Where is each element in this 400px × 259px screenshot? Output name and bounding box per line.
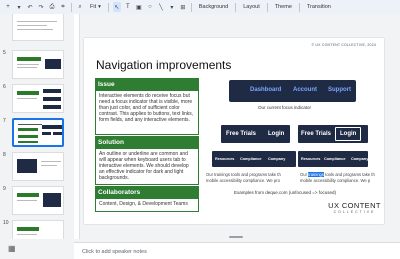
shape-icon[interactable]: ○: [146, 2, 154, 12]
solution-heading[interactable]: Solution: [95, 136, 199, 149]
divider: [107, 2, 109, 12]
thumbnail-image: [12, 220, 64, 239]
copyright-text: © UX CONTENT COLLECTIVE, 2024: [311, 43, 376, 47]
nav-caption: Our current focus indicator: [258, 105, 312, 110]
vertical-ruler: [74, 14, 80, 239]
slide-canvas[interactable]: © UX CONTENT COLLECTIVE, 2024 Navigation…: [84, 38, 384, 224]
thumbnail-image: [12, 50, 64, 79]
text-box-icon[interactable]: T: [124, 2, 132, 12]
chevron-down-icon: ▾: [98, 4, 101, 10]
line-icon[interactable]: ╲: [157, 2, 165, 12]
slide-thumbnail-selected[interactable]: 7: [0, 118, 72, 148]
theme-button[interactable]: Theme: [272, 4, 295, 10]
layout-button[interactable]: Layout: [240, 4, 263, 10]
free-trials-label: Free Trials: [226, 131, 257, 137]
menu-unfocused-image: Resources Compliance Company: [212, 151, 296, 167]
divider: [190, 2, 192, 12]
divider: [266, 2, 268, 12]
print-icon[interactable]: ⎙: [48, 2, 56, 12]
line-dropdown-icon[interactable]: ▾: [168, 2, 176, 12]
nav-example-image: Dashboard Account Support: [229, 80, 356, 102]
brand-logo-text: UX CONTENT: [328, 201, 381, 210]
transition-button[interactable]: Transition: [304, 4, 334, 10]
image-icon[interactable]: ▣: [135, 2, 143, 12]
slide-number: 8: [3, 152, 6, 158]
add-slide-icon[interactable]: +: [4, 2, 12, 12]
brand-logo-subtext: COLLECTIVE: [333, 210, 376, 214]
thumbnail-image: [12, 14, 64, 41]
slide-number: 5: [3, 50, 6, 56]
compliance-label: Compliance: [240, 157, 262, 161]
login-label: Login: [268, 131, 285, 137]
undo-icon[interactable]: ↶: [26, 2, 34, 12]
divider: [298, 2, 300, 12]
speaker-notes-field[interactable]: Click to add speaker notes: [74, 242, 400, 259]
company-label: Company: [268, 157, 286, 161]
slide-title[interactable]: Navigation improvements: [96, 58, 231, 72]
zoom-icon[interactable]: ⌕: [76, 2, 84, 12]
background-button[interactable]: Background: [196, 4, 231, 10]
links-focused-line1: Our trainings tools and programs take th: [300, 172, 375, 177]
redo-icon[interactable]: ↷: [37, 2, 45, 12]
notes-resize-handle[interactable]: [229, 236, 243, 238]
slide-number: 7: [3, 118, 6, 124]
examples-caption: Examples from deque.com (unfocused => fo…: [234, 190, 337, 195]
issue-heading[interactable]: Issue: [95, 78, 199, 91]
slide-number: 9: [3, 186, 6, 192]
divider: [235, 2, 237, 12]
solution-body[interactable]: An outline or underline are common and w…: [95, 149, 199, 185]
issue-body[interactable]: Interactive elements do receive focus bu…: [95, 91, 199, 135]
slide-number: 10: [3, 220, 9, 226]
divider: [71, 2, 72, 12]
toolbar: + ▾ ↶ ↷ ⎙ ⌗ ⌕ Fit ▾ ↖ T ▣ ○ ╲ ▾ ⊞ Backgro…: [0, 0, 400, 14]
slide-thumbnail[interactable]: 10: [0, 220, 72, 239]
links-focused-line2: mobile accessibility compliance. We p: [300, 178, 371, 183]
collaborators-body[interactable]: Content, Design, & Development Teams: [95, 199, 199, 212]
resources-label: Resources: [215, 157, 235, 161]
free-trials-label: Free Trials: [301, 131, 332, 137]
chevron-down-icon[interactable]: ▾: [15, 2, 23, 12]
login-label: Login: [340, 131, 357, 137]
menu-focused-image: Resources Compliance Company: [298, 151, 368, 167]
slide-thumbnail[interactable]: [0, 14, 72, 42]
collaborators-heading[interactable]: Collaborators: [95, 186, 199, 199]
grid-view-icon[interactable]: ▦: [8, 244, 16, 253]
resources-label: Resources: [301, 157, 321, 161]
slide-thumbnail[interactable]: 9: [0, 186, 72, 216]
slide-number: 6: [3, 84, 6, 90]
compliance-label: Compliance: [324, 157, 346, 161]
slide-thumbnail[interactable]: 5: [0, 50, 72, 80]
slide-filmstrip: 5 6 7 8 9 10: [0, 14, 72, 239]
links-unfocused-line2: mobile accessibility compliance. We pro: [206, 178, 280, 183]
nav-item-account: Account: [293, 87, 317, 93]
thumbnail-image: [12, 84, 64, 113]
thumbnail-image: [12, 118, 64, 147]
buttons-focused-image: Free Trials Login: [298, 125, 368, 143]
thumbnail-image: [12, 186, 64, 215]
company-label: Company: [351, 157, 369, 161]
buttons-unfocused-image: Free Trials Login: [221, 125, 290, 143]
filmstrip-footer: ▦: [0, 239, 72, 259]
links-unfocused-line1: Our trainings tools and programs take th: [206, 172, 281, 177]
slide-thumbnail[interactable]: 8: [0, 152, 72, 182]
select-tool-icon[interactable]: ↖: [112, 2, 121, 12]
comment-icon[interactable]: ⊞: [179, 2, 187, 12]
slide-thumbnail[interactable]: 6: [0, 84, 72, 114]
zoom-select[interactable]: Fit ▾: [87, 4, 104, 10]
thumbnail-image: [12, 152, 64, 181]
nav-item-dashboard: Dashboard: [250, 87, 282, 93]
nav-item-support: Support: [328, 87, 351, 93]
paint-format-icon[interactable]: ⌗: [59, 2, 67, 12]
